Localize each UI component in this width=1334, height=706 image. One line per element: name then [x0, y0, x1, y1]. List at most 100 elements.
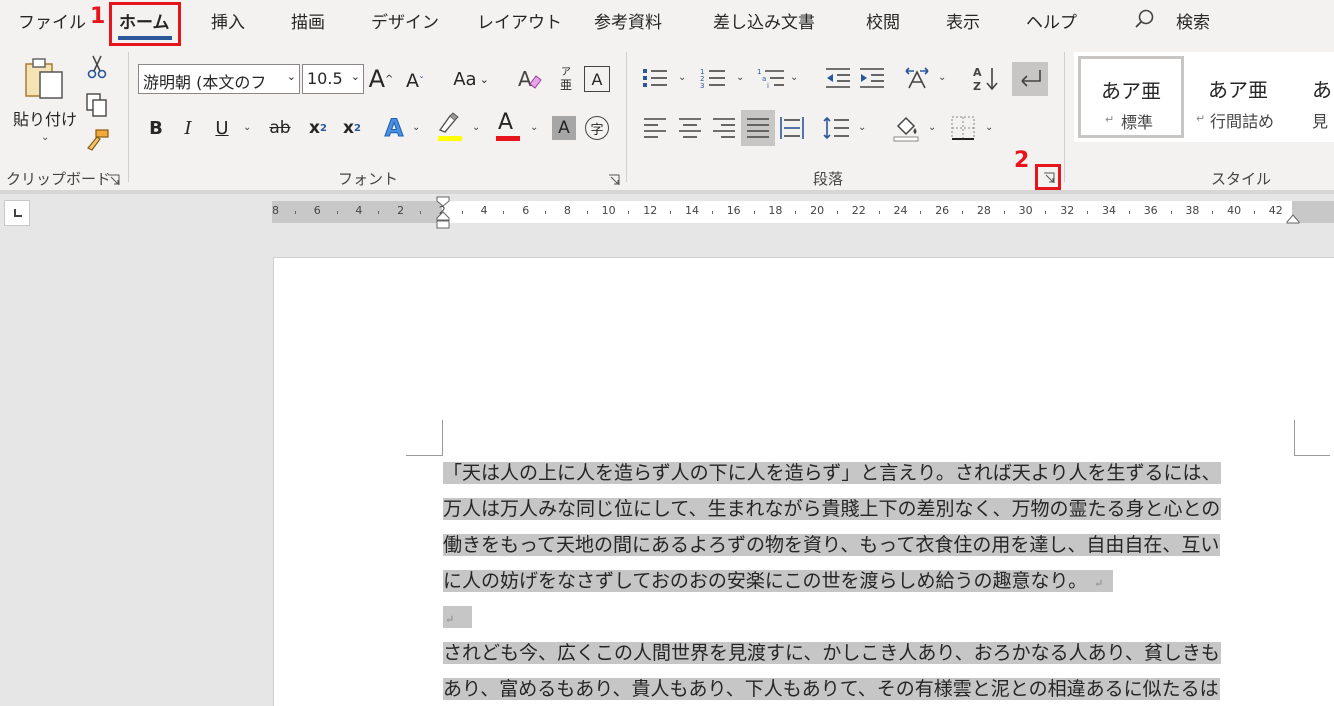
format-painter-icon[interactable] [84, 128, 110, 152]
ruler-tick [586, 211, 588, 214]
sort-icon[interactable]: AZ [972, 64, 1000, 92]
tab-file[interactable]: ファイル [18, 8, 86, 33]
font-color-icon[interactable]: A [494, 110, 522, 144]
highlight-color-icon[interactable] [436, 112, 464, 144]
align-left-icon[interactable] [643, 117, 667, 139]
increase-indent-icon[interactable] [859, 66, 885, 90]
ruler-tick [294, 211, 296, 214]
document-line[interactable]: あり、富めるもあり、貴人もあり、下人もありて、その有様雲と泥との相違あるに似たる… [443, 672, 1220, 706]
document-line[interactable]: 万人は万人みな同じ位にして、生まれながら貴賤上下の差別なく、万物の霊たる身と心と… [443, 492, 1222, 526]
tab-help[interactable]: ヘルプ [1026, 8, 1077, 33]
line-text: に人の妨げをなさずしておのおの安楽にこの世を渡らしめ給うの趣意なり。 [443, 570, 1089, 592]
character-border-icon[interactable]: A [584, 66, 610, 92]
tab-review[interactable]: 校閲 [866, 8, 900, 33]
ruler-number: 40 [1227, 204, 1242, 217]
tab-insert[interactable]: 挿入 [211, 8, 245, 33]
indent-marker-icon[interactable] [436, 196, 450, 230]
eraser-icon: A [518, 67, 542, 91]
chevron-down-icon[interactable]: ⌄ [928, 122, 936, 133]
tab-layout[interactable]: レイアウト [477, 8, 562, 33]
chevron-down-icon[interactable]: ⌄ [243, 122, 251, 133]
decrease-indent-icon[interactable] [825, 66, 851, 90]
ruler-tick [962, 211, 964, 214]
align-right-icon[interactable] [712, 117, 736, 139]
bullets-icon[interactable] [642, 66, 668, 90]
change-case-button[interactable]: Aa ⌄ [446, 64, 496, 94]
text-effects-icon[interactable]: A [380, 112, 408, 144]
chevron-down-icon[interactable]: ⌄ [678, 72, 686, 83]
tab-draw[interactable]: 描画 [291, 8, 325, 33]
subscript-icon[interactable]: x2 [304, 114, 332, 142]
group-separator [626, 52, 627, 182]
document-line[interactable]: 「天は人の上に人を造らず人の下に人を造らず」と言えり。されば天より人を生ずるには… [443, 456, 1222, 490]
chevron-down-icon[interactable]: ⌄ [790, 72, 798, 83]
paste-button[interactable]: 貼り付け ⌄ [8, 54, 82, 150]
right-indent-marker-icon[interactable] [1286, 212, 1300, 224]
shrink-font-icon[interactable]: Aˇ [400, 66, 430, 96]
chevron-down-icon[interactable]: ⌄ [412, 122, 420, 133]
justify-icon [747, 118, 769, 138]
font-dialog-launcher-icon[interactable] [608, 174, 620, 186]
phonetic-guide-icon[interactable]: ア亜 [552, 62, 580, 96]
ruler-tick [461, 211, 463, 214]
style-name-label: 見 [1312, 112, 1329, 131]
svg-text:A: A [973, 66, 982, 79]
multilevel-list-icon[interactable]: 1ai [757, 66, 785, 90]
show-formatting-marks-button[interactable] [1012, 62, 1048, 96]
line-text: されども今、広くこの人間世界を見渡すに、かしこき人あり、おろかなる人あり、貧しき… [443, 642, 1221, 664]
chevron-down-icon[interactable]: ⌄ [938, 72, 946, 83]
style-no-spacing[interactable]: あア亜 ↵ 行間詰め [1190, 56, 1290, 138]
chevron-down-icon[interactable]: ⌄ [985, 122, 993, 133]
pilcrow-icon [1021, 70, 1041, 87]
ruler-number: 18 [768, 204, 783, 217]
clear-formatting-icon[interactable]: A [514, 64, 544, 94]
justify-button[interactable] [741, 110, 775, 146]
tab-view[interactable]: 表示 [946, 8, 980, 33]
font-name-dropdown[interactable]: 游明朝 (本文のフ ⌄ [138, 64, 300, 94]
tab-references[interactable]: 参考資料 [594, 8, 662, 33]
chevron-down-icon[interactable]: ⌄ [472, 122, 480, 133]
superscript-icon[interactable]: x2 [338, 114, 366, 142]
align-center-icon[interactable] [678, 117, 702, 139]
document-line[interactable]: 働きをもって天地の間にあるよろずの物を資り、もって衣食住の用を達し、自由自在、互… [443, 528, 1221, 562]
search-label[interactable]: 検索 [1176, 8, 1210, 33]
document-line[interactable]: されども今、広くこの人間世界を見渡すに、かしこき人あり、おろかなる人あり、貧しき… [443, 636, 1221, 670]
strikethrough-icon[interactable]: ab [266, 114, 294, 142]
line-spacing-icon[interactable] [822, 116, 850, 140]
font-size-dropdown[interactable]: 10.5 ⌄ [302, 64, 364, 94]
font-group-label: フォント [338, 170, 399, 188]
svg-text:A: A [518, 67, 532, 91]
ruler-tick [1170, 211, 1172, 214]
character-shading-icon[interactable]: A [552, 116, 576, 140]
annotation-box-paragraph-launcher [1035, 164, 1061, 190]
tab-mailings[interactable]: 差し込み文書 [713, 8, 815, 33]
style-normal[interactable]: あア亜 ↵ 標準 [1078, 56, 1184, 138]
chevron-down-icon[interactable]: ⌄ [736, 72, 744, 83]
shading-icon[interactable] [893, 114, 921, 142]
italic-icon[interactable]: I [176, 114, 200, 142]
numbering-icon[interactable]: 123 [700, 66, 726, 90]
scissors-icon[interactable] [86, 54, 108, 80]
clipboard-dialog-launcher-icon[interactable] [108, 174, 120, 186]
search-icon[interactable] [1134, 8, 1156, 30]
borders-icon[interactable] [950, 115, 976, 141]
font-size-value: 10.5 [307, 69, 343, 88]
enclose-characters-icon[interactable]: 字 [585, 116, 609, 140]
ruler-tick [1003, 211, 1005, 214]
paragraph-mark-icon: ↵ [1105, 113, 1115, 126]
grow-font-icon[interactable]: A ^ [366, 64, 396, 94]
chevron-down-icon[interactable]: ⌄ [858, 122, 866, 133]
tab-selector-button[interactable] [4, 200, 30, 226]
document-line[interactable]: に人の妨げをなさずしておのおの安楽にこの世を渡らしめ給うの趣意なり。 ↵ [443, 564, 1114, 598]
ruler-tick [1087, 211, 1089, 214]
asian-layout-icon[interactable] [903, 64, 931, 90]
chevron-down-icon[interactable]: ⌄ [530, 122, 538, 133]
distributed-icon[interactable] [779, 116, 805, 140]
underline-icon[interactable]: U [210, 114, 234, 142]
bold-icon[interactable]: B [144, 114, 168, 142]
tab-design[interactable]: デザイン [371, 8, 439, 33]
style-heading[interactable]: あア亜 見 [1296, 56, 1334, 138]
group-separator [1064, 52, 1065, 182]
document-line[interactable]: ↵ [443, 600, 473, 634]
copy-icon[interactable] [85, 92, 109, 118]
